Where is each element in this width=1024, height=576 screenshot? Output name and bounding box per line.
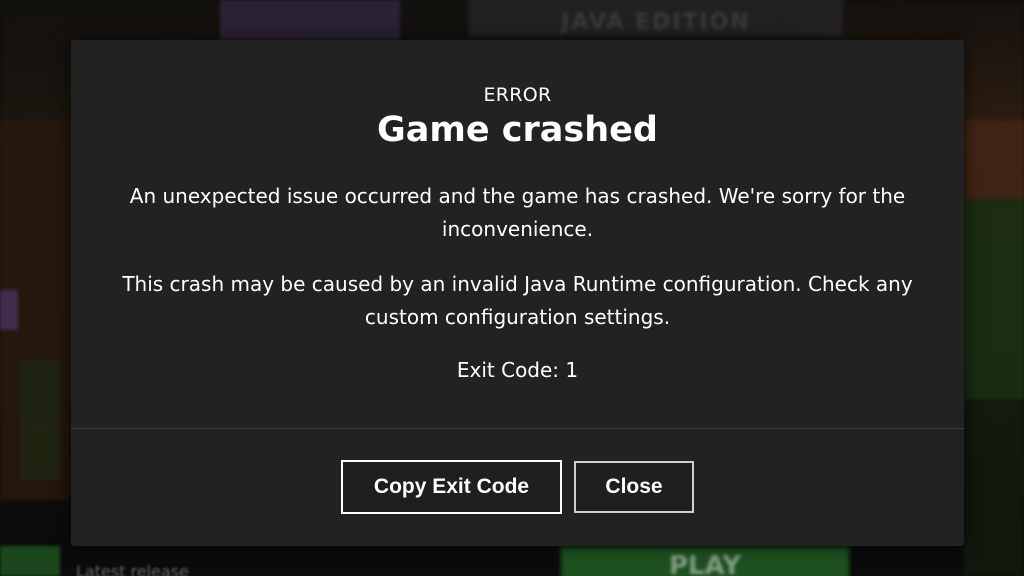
dialog-eyebrow: ERROR (483, 84, 552, 106)
exit-code: Exit Code: 1 (456, 358, 579, 382)
copy-exit-code-button[interactable]: Copy Exit Code (341, 460, 562, 514)
crash-hint: This crash may be caused by an invalid J… (122, 272, 913, 329)
close-button[interactable]: Close (574, 461, 694, 513)
dialog-actions: Copy Exit Code Close (71, 460, 964, 514)
crash-message: An unexpected issue occurred and the gam… (129, 184, 906, 241)
crash-dialog: ERROR Game crashed An unexpected issue o… (71, 40, 964, 546)
dialog-title: Game crashed (377, 110, 658, 150)
dialog-body: ERROR Game crashed An unexpected issue o… (71, 40, 964, 428)
dialog-divider (71, 428, 964, 429)
